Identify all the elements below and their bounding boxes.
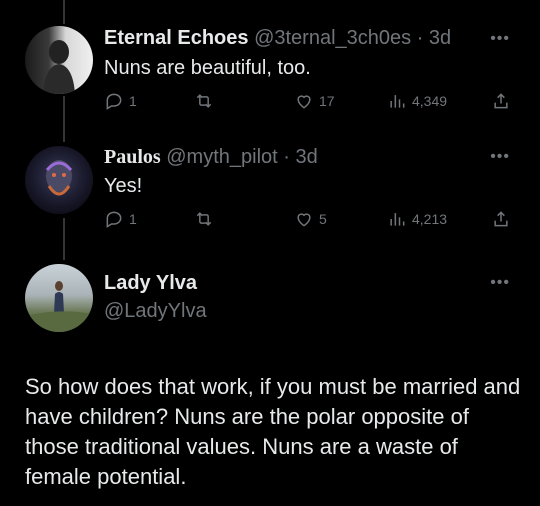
avatar-statue-icon bbox=[45, 160, 73, 196]
share-button[interactable] bbox=[491, 209, 511, 229]
action-bar: 1 5 4,213 bbox=[104, 209, 514, 233]
reply-icon bbox=[106, 211, 122, 228]
post-header: Eternal Echoes @3ternal_3ch0es · 3d bbox=[104, 27, 451, 50]
thread-line-2 bbox=[63, 218, 65, 260]
action-bar: 1 17 4,349 bbox=[104, 91, 514, 115]
reply-button[interactable]: 1 bbox=[104, 209, 137, 229]
views-button[interactable]: 4,349 bbox=[387, 91, 447, 111]
reply-count: 1 bbox=[129, 211, 137, 227]
view-count: 4,349 bbox=[412, 93, 448, 109]
post-header: Paulos @myth_pilot · 3d bbox=[104, 146, 318, 169]
view-count: 4,213 bbox=[412, 211, 448, 227]
like-count: 17 bbox=[319, 93, 335, 109]
more-icon[interactable]: ••• bbox=[490, 148, 510, 166]
like-icon bbox=[297, 95, 311, 109]
views-icon bbox=[390, 213, 405, 226]
timestamp[interactable]: · 3d bbox=[417, 27, 451, 49]
more-icon[interactable]: ••• bbox=[490, 274, 510, 292]
user-handle[interactable]: @myth_pilot bbox=[166, 146, 277, 168]
display-name[interactable]: Paulos bbox=[104, 146, 161, 168]
thread-line-top bbox=[63, 0, 65, 24]
like-button[interactable]: 17 bbox=[294, 91, 335, 111]
avatar[interactable] bbox=[25, 26, 93, 94]
avatar-painting-icon bbox=[25, 281, 93, 332]
post-text: Nuns are beautiful, too. bbox=[104, 57, 311, 79]
timestamp[interactable]: · 3d bbox=[283, 146, 317, 168]
like-count: 5 bbox=[319, 211, 327, 227]
retweet-button[interactable] bbox=[194, 91, 214, 111]
user-handle[interactable]: @LadyYlva bbox=[104, 300, 207, 323]
display-name[interactable]: Lady Ylva bbox=[104, 272, 197, 295]
user-handle[interactable]: @3ternal_3ch0es bbox=[254, 27, 411, 49]
display-name[interactable]: Eternal Echoes bbox=[104, 27, 249, 49]
like-button[interactable]: 5 bbox=[294, 209, 327, 229]
reply-button[interactable]: 1 bbox=[104, 91, 137, 111]
retweet-button[interactable] bbox=[194, 209, 214, 229]
post-text: Yes! bbox=[104, 175, 143, 197]
avatar-figure-icon bbox=[43, 40, 75, 94]
avatar[interactable] bbox=[25, 264, 93, 332]
views-icon bbox=[390, 95, 405, 108]
share-icon bbox=[494, 211, 508, 227]
views-button[interactable]: 4,213 bbox=[387, 209, 447, 229]
reply-count: 1 bbox=[129, 93, 137, 109]
reply-icon bbox=[106, 93, 122, 110]
post-text: So how does that work, if you must be ma… bbox=[25, 374, 521, 489]
thread-line-1 bbox=[63, 96, 65, 142]
share-icon bbox=[494, 93, 508, 109]
retweet-icon bbox=[196, 212, 212, 226]
like-icon bbox=[297, 213, 311, 227]
share-button[interactable] bbox=[491, 91, 511, 111]
retweet-icon bbox=[196, 94, 212, 108]
avatar[interactable] bbox=[25, 146, 93, 214]
more-icon[interactable]: ••• bbox=[490, 30, 510, 48]
